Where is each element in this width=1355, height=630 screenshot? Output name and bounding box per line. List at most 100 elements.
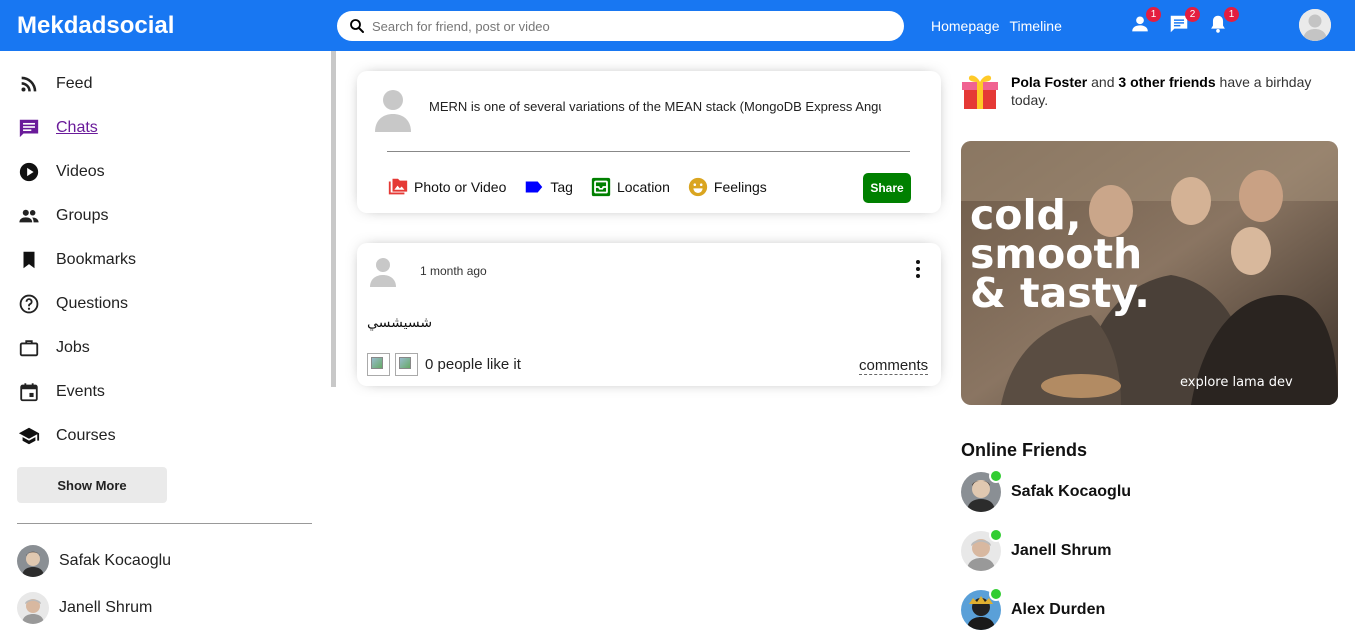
friend-requests-button[interactable]: 1 [1129,7,1161,37]
like-count: 0 people like it [425,356,521,373]
share-button[interactable]: Share [863,173,911,203]
sidebar-item-questions[interactable]: Questions [17,292,128,316]
sidebar-item-chats[interactable]: Chats [17,116,98,140]
birthday-notice: Pola Foster and 3 other friends have a b… [1011,73,1331,109]
bookmark-icon [17,248,41,272]
perm-media-icon [387,176,409,198]
online-status-dot [989,469,1003,483]
sidebar-item-videos[interactable]: Videos [17,160,105,184]
school-icon [17,424,41,448]
birthday-connector: and [1087,74,1119,90]
emoji-emotions-icon [687,176,709,198]
avatar [961,587,1003,630]
topbar: Mekdadsocial Homepage Timeline 1 2 1 [0,0,1355,51]
messages-badge: 2 [1185,7,1200,22]
share-option-tag[interactable]: Tag [523,176,573,198]
sidebar-item-label: Questions [56,295,129,312]
sidebar-item-events[interactable]: Events [17,380,105,404]
share-option-label: Tag [550,179,573,195]
search-input[interactable] [372,18,892,34]
sidebar-divider [17,523,312,524]
online-friend[interactable]: Janell Shrum [961,528,1112,571]
share-option-photo[interactable]: Photo or Video [387,176,506,198]
sidebar-item-label: Videos [56,163,105,180]
avatar [17,545,49,577]
avatar [961,469,1003,512]
share-divider [387,151,910,152]
online-friend[interactable]: Safak Kocaoglu [961,469,1132,512]
work-outline-icon [17,336,41,360]
ad-image: cold, smooth & tasty. explore lama dev [961,141,1338,405]
nav-homepage[interactable]: Homepage [931,18,1000,34]
friend-name: Janell Shrum [59,599,153,616]
online-friend-name: Janell Shrum [1011,542,1112,559]
share-option-location[interactable]: Location [590,176,670,198]
rss-feed-icon [17,72,41,96]
ad-headline-3: & tasty. [970,269,1150,317]
ad-banner[interactable]: cold, smooth & tasty. explore lama dev [961,141,1338,405]
search-bar[interactable] [337,11,904,41]
post-timestamp: 1 month ago [420,264,487,278]
share-card: MERN is one of several variations of the… [357,71,941,213]
comments-link[interactable]: comments [859,357,929,375]
sidebar-item-label: Chats [56,119,98,136]
avatar[interactable] [370,257,396,287]
online-friend-name: Alex Durden [1011,601,1106,618]
friend-requests-badge: 1 [1146,7,1161,22]
heart-icon[interactable] [395,353,418,376]
share-option-label: Location [616,179,670,195]
birthday-name[interactable]: Pola Foster [1011,74,1087,90]
sidebar-item-label: Courses [56,427,116,444]
gift-icon [961,71,999,111]
ad-tagline: explore lama dev [1180,375,1293,390]
event-icon [17,380,41,404]
avatar [961,528,1003,571]
post-text: شسيشسي [367,315,433,331]
sidebar-item-label: Jobs [56,339,90,356]
sidebar-item-label: Groups [56,207,109,224]
room-icon [590,176,612,198]
sidebar-item-feed[interactable]: Feed [17,72,92,96]
messages-button[interactable]: 2 [1168,7,1200,37]
chat-icon [17,116,41,140]
show-more-button[interactable]: Show More [17,467,167,503]
more-vert-icon[interactable] [910,259,926,279]
sidebar-scrollbar[interactable] [331,51,336,387]
post-card: 1 month ago شسيشسي 0 people like it comm… [357,243,941,386]
help-outline-icon [17,292,41,316]
group-icon [17,204,41,228]
profile-avatar[interactable] [1299,9,1331,41]
search-icon [350,19,364,33]
avatar-placeholder-icon [1299,9,1331,41]
sidebar-item-bookmarks[interactable]: Bookmarks [17,248,136,272]
notifications-button[interactable]: 1 [1207,7,1239,37]
share-input[interactable]: MERN is one of several variations of the… [429,99,881,114]
avatar [375,88,411,132]
friend-name: Safak Kocaoglu [59,552,172,569]
online-status-dot [989,528,1003,542]
sidebar-item-label: Bookmarks [56,251,137,268]
label-icon [523,176,545,198]
notifications-badge: 1 [1224,7,1239,22]
avatar [17,592,49,624]
birthday-others[interactable]: 3 other friends [1118,74,1215,90]
online-status-dot [989,587,1003,601]
left-sidebar: Feed Chats Videos Groups Bookmarks Quest… [0,51,336,625]
online-friends-title: Online Friends [961,440,1088,460]
sidebar-item-jobs[interactable]: Jobs [17,336,90,360]
sidebar-item-groups[interactable]: Groups [17,204,108,228]
sidebar-item-label: Events [56,383,105,400]
sidebar-item-courses[interactable]: Courses [17,424,116,448]
online-friend[interactable]: Alex Durden [961,587,1106,630]
sidebar-item-label: Feed [56,75,93,92]
sidebar-friend[interactable]: Safak Kocaoglu [17,545,171,577]
share-option-label: Feelings [713,179,767,195]
app-logo[interactable]: Mekdadsocial [17,12,174,40]
sidebar-friend[interactable]: Janell Shrum [17,592,152,624]
play-circle-icon [17,160,41,184]
share-option-label: Photo or Video [414,179,507,195]
online-friend-name: Safak Kocaoglu [1011,483,1132,500]
share-option-feelings[interactable]: Feelings [687,176,767,198]
like-icon[interactable] [367,353,390,376]
nav-timeline[interactable]: Timeline [1010,18,1062,34]
